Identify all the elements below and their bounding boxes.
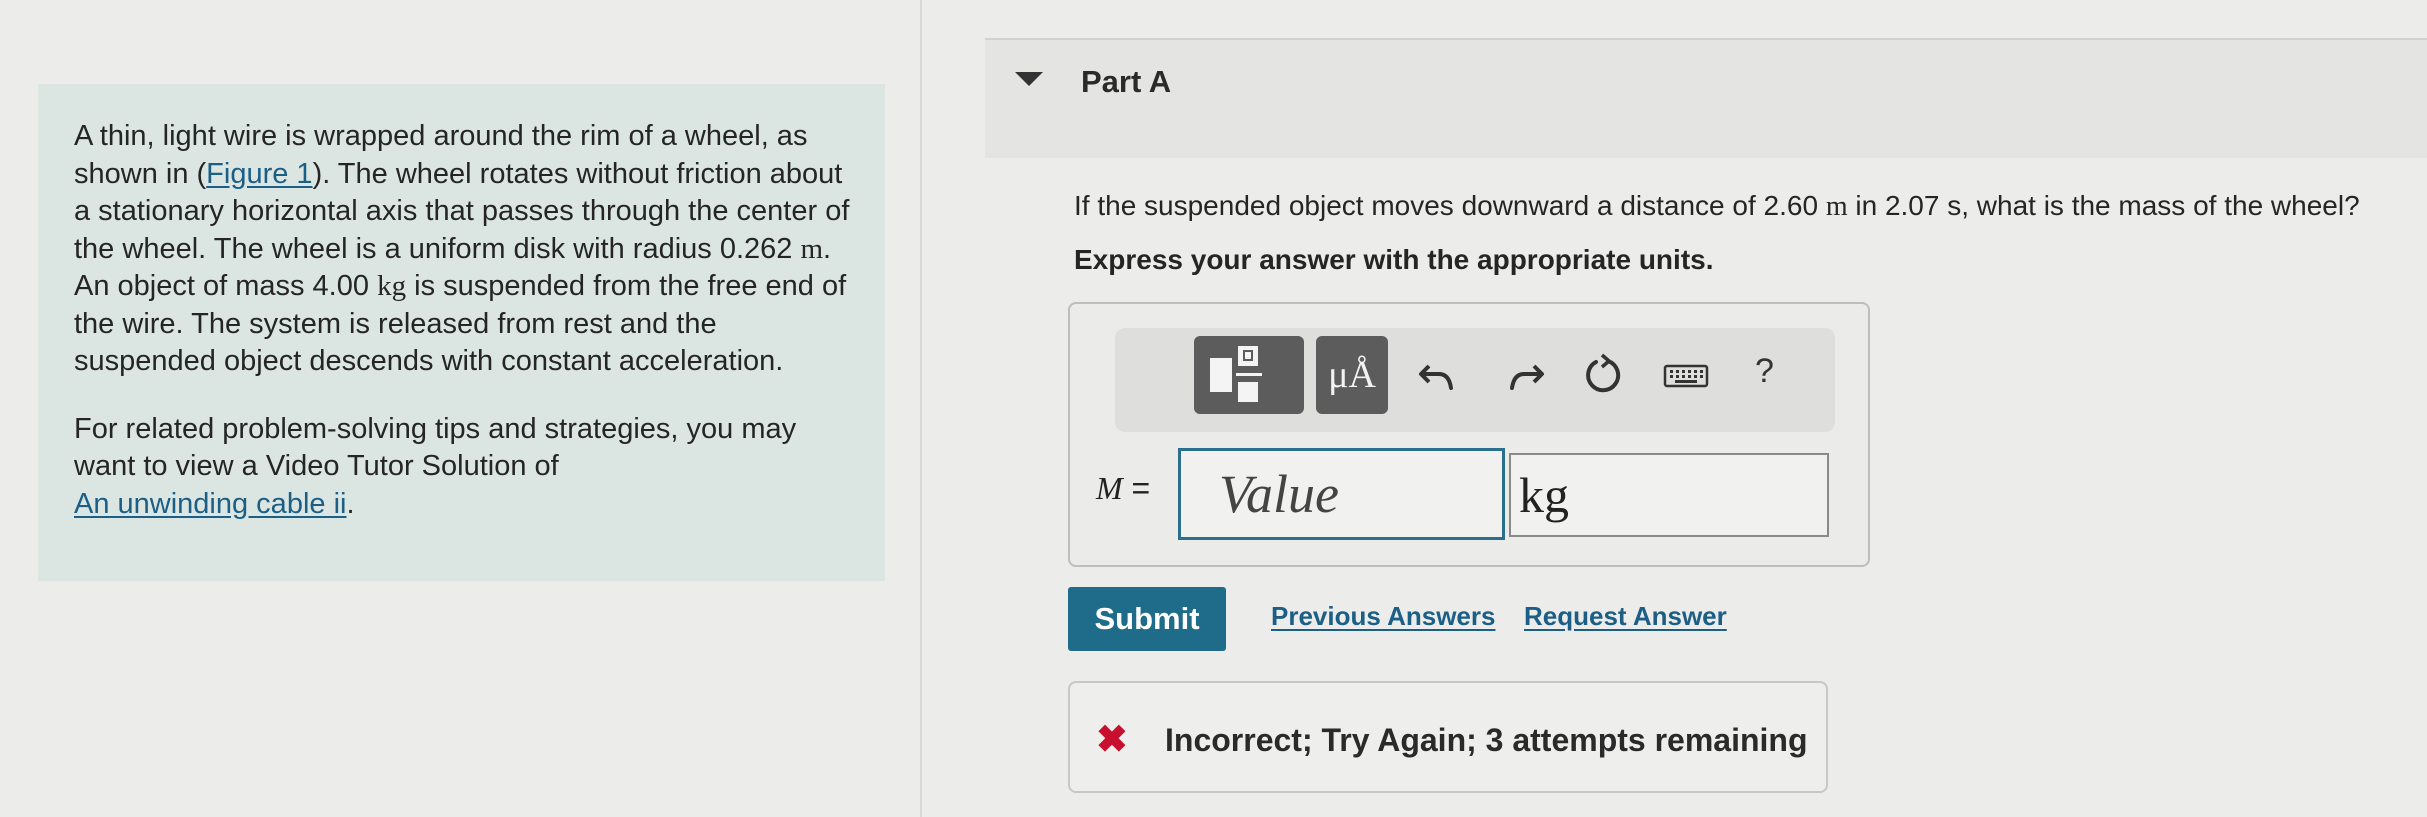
- variable-symbol: M: [1096, 470, 1123, 506]
- equals-sign: =: [1122, 470, 1151, 506]
- submit-button[interactable]: Submit: [1068, 587, 1226, 651]
- help-button[interactable]: ?: [1755, 352, 1774, 391]
- template-fraction-bar-icon: [1236, 373, 1262, 376]
- request-answer-link[interactable]: Request Answer: [1524, 601, 1727, 632]
- unit-m: m: [1825, 191, 1848, 222]
- incorrect-x-icon: ✖: [1096, 719, 1128, 761]
- previous-answers-link[interactable]: Previous Answers: [1271, 601, 1495, 632]
- template-small-box-icon: [1243, 350, 1253, 361]
- keyboard-icon[interactable]: [1662, 352, 1710, 398]
- part-title: Part A: [1081, 64, 1172, 99]
- feedback-message: Incorrect; Try Again; 3 attempts remaini…: [1165, 722, 1808, 758]
- tips-text-period: .: [346, 487, 355, 520]
- unit-m: m: [800, 232, 824, 265]
- question-text: If the suspended object moves downward a…: [1074, 190, 2360, 223]
- reset-icon[interactable]: [1581, 352, 1627, 398]
- problem-statement-panel: A thin, light wire is wrapped around the…: [38, 84, 885, 581]
- redo-icon[interactable]: [1502, 352, 1548, 398]
- question-text-part: If the suspended object moves downward a…: [1074, 190, 1826, 221]
- answer-instruction: Express your answer with the appropriate…: [1074, 244, 1714, 275]
- part-header: [985, 38, 2427, 158]
- units-button[interactable]: μÅ: [1316, 336, 1388, 414]
- template-fraction-bottom-icon: [1238, 382, 1258, 402]
- collapse-caret-icon[interactable]: [1015, 72, 1043, 86]
- undo-icon[interactable]: [1415, 352, 1461, 398]
- tips-text: For related problem-solving tips and str…: [74, 411, 864, 524]
- question-text-part: in 2.07 s, what is the mass of the wheel…: [1847, 190, 2360, 221]
- video-tutor-link[interactable]: An unwinding cable ii: [74, 488, 346, 520]
- template-square-icon: [1210, 358, 1232, 392]
- figure-1-link[interactable]: Figure 1: [206, 158, 312, 190]
- unit-input[interactable]: [1509, 453, 1829, 537]
- tips-text-part: For related problem-solving tips and str…: [74, 412, 797, 483]
- panel-divider: [920, 0, 922, 817]
- unit-kg: kg: [377, 270, 407, 302]
- problem-text: A thin, light wire is wrapped around the…: [74, 118, 864, 381]
- value-input[interactable]: [1178, 448, 1505, 540]
- answer-variable-label: M =: [1096, 470, 1150, 507]
- templates-button[interactable]: [1194, 336, 1304, 414]
